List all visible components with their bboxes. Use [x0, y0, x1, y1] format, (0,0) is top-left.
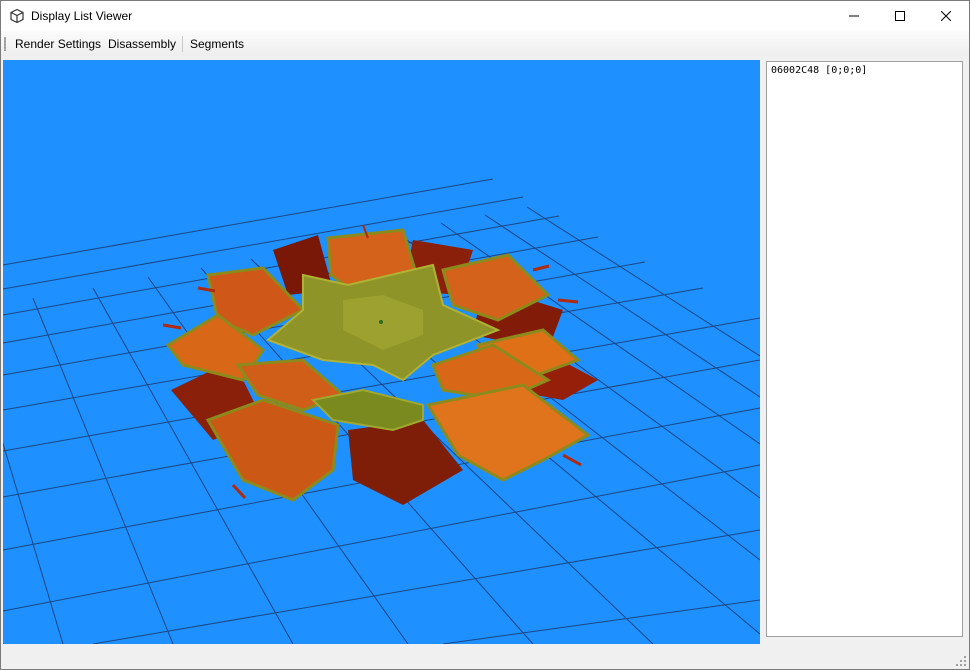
viewport-canvas[interactable]	[3, 60, 760, 644]
resize-grip-icon[interactable]	[956, 656, 966, 666]
window-title: Display List Viewer	[31, 9, 133, 23]
spike	[231, 483, 247, 500]
close-icon	[941, 11, 951, 21]
menu-disassembly[interactable]: Disassembly	[108, 37, 176, 51]
flower-center-dot	[379, 320, 383, 324]
petal-front-left	[205, 398, 340, 502]
spike	[562, 453, 582, 467]
title-bar[interactable]: Display List Viewer	[1, 1, 969, 31]
spike	[532, 264, 550, 272]
menu-separator	[182, 36, 183, 52]
display-list-item[interactable]: 06002C48 [0;0;0]	[771, 65, 867, 76]
spike	[162, 323, 182, 330]
minimize-button[interactable]	[831, 1, 877, 31]
flower-model	[162, 224, 598, 505]
cube-icon	[10, 8, 24, 24]
maximize-icon	[895, 11, 905, 21]
close-button[interactable]	[923, 1, 969, 31]
menu-bar: Render Settings Disassembly Segments	[1, 31, 969, 56]
app-window: Display List Viewer Render Settings Disa…	[0, 0, 970, 670]
toolbar-grip[interactable]	[4, 37, 6, 51]
status-bar	[1, 646, 969, 669]
display-list-panel[interactable]: 06002C48 [0;0;0]	[766, 61, 963, 637]
minimize-icon	[849, 15, 859, 17]
maximize-button[interactable]	[877, 1, 923, 31]
spike	[557, 298, 579, 304]
menu-segments[interactable]: Segments	[190, 37, 244, 51]
render-viewport[interactable]	[3, 60, 760, 644]
menu-render-settings[interactable]: Render Settings	[15, 37, 101, 51]
